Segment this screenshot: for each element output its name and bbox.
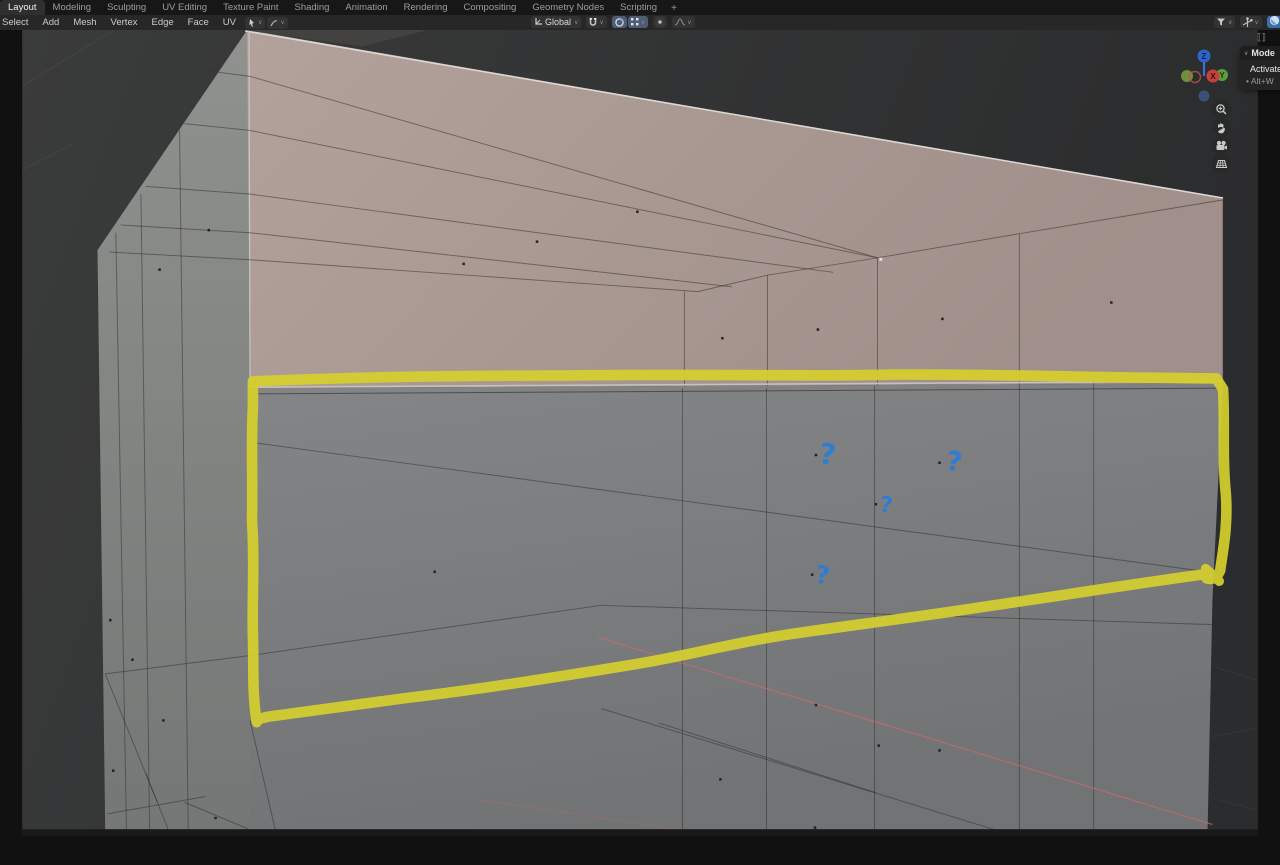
- visibility-filter-dropdown[interactable]: ∨: [1214, 16, 1236, 28]
- gizmo-x-label: X: [1210, 72, 1216, 81]
- tab-scripting[interactable]: Scripting: [612, 0, 665, 15]
- shading-sphere-icon: [1269, 13, 1280, 31]
- blender-window: { "topbar": { "tabs": [ {"label": "Layou…: [0, 0, 1280, 865]
- snap-toggle-dropdown[interactable]: ∨: [586, 16, 607, 28]
- proportional-dot-icon: [655, 17, 665, 27]
- tab-sculpting[interactable]: Sculpting: [99, 0, 154, 15]
- snap-grid-dots-icon: [630, 17, 640, 27]
- snap-swirl-icon: [614, 17, 625, 28]
- menu-face[interactable]: Face: [181, 17, 216, 28]
- menu-select[interactable]: Select: [0, 17, 35, 28]
- tab-compositing[interactable]: Compositing: [456, 0, 525, 15]
- mode-popover-body: Activate • Alt+W: [1240, 60, 1280, 90]
- magnifier-plus-icon: [1215, 104, 1227, 115]
- tab-rendering[interactable]: Rendering: [396, 0, 456, 15]
- transform-orientation-dropdown[interactable]: Global ∨: [531, 16, 582, 28]
- mode-popover-header[interactable]: ∨ Mode: [1240, 46, 1280, 60]
- cursor-tool-icon: [247, 18, 257, 28]
- tab-geometry-nodes[interactable]: Geometry Nodes: [524, 0, 612, 15]
- chevron-down-icon: ∨: [258, 20, 263, 26]
- chevron-down-icon: ∨: [1244, 50, 1249, 57]
- mode-popover: ∨ Mode Activate • Alt+W: [1240, 46, 1280, 90]
- transform-snap-cluster: Global ∨ ∨ ∨ ∨: [531, 16, 697, 28]
- orientation-label: Global: [545, 17, 572, 27]
- pan-button[interactable]: [1211, 118, 1231, 137]
- chevron-down-icon: ∨: [1254, 19, 1259, 26]
- tab-animation[interactable]: Animation: [337, 0, 395, 15]
- menu-mesh[interactable]: Mesh: [66, 17, 103, 28]
- viewport-overlay-icon[interactable]: ⟦⟧: [1257, 32, 1266, 43]
- chevron-down-icon: ∨: [280, 20, 285, 26]
- snap-target-dropdown[interactable]: ∨: [627, 16, 649, 28]
- viewport-canvas[interactable]: ? ? ? ?: [0, 30, 1280, 865]
- camera-icon: [1216, 140, 1227, 150]
- tweak-tool-icon: [269, 18, 279, 28]
- camera-view-button[interactable]: [1211, 136, 1231, 155]
- snap-active-toggle[interactable]: [611, 16, 627, 28]
- mode-item-shortcut: • Alt+W: [1246, 76, 1274, 86]
- viewport-display-cluster: ∨ ∨: [1214, 13, 1280, 31]
- selected-vertex-dot: [879, 257, 883, 261]
- filter-funnel-icon: [1216, 17, 1227, 27]
- add-workspace-button[interactable]: +: [665, 2, 683, 15]
- menu-edge[interactable]: Edge: [144, 17, 180, 28]
- tool-mode-dropdown[interactable]: ∨: [245, 16, 266, 29]
- tab-texture-paint[interactable]: Texture Paint: [215, 0, 286, 15]
- orientation-axes-icon: [533, 17, 543, 27]
- menu-uv[interactable]: UV: [216, 17, 243, 28]
- falloff-curve-icon: [674, 17, 686, 27]
- zoom-button[interactable]: [1211, 100, 1231, 119]
- chevron-down-icon: ∨: [640, 19, 646, 26]
- chevron-down-icon: ∨: [574, 19, 579, 26]
- workspace-tab-bar: Layout Modeling Sculpting UV Editing Tex…: [0, 0, 1280, 15]
- tab-layout[interactable]: Layout: [0, 0, 45, 15]
- chevron-down-icon: ∨: [1228, 19, 1233, 26]
- chevron-down-icon: ∨: [599, 19, 604, 26]
- mode-popover-title: Mode: [1251, 48, 1275, 58]
- menu-vertex[interactable]: Vertex: [104, 17, 145, 28]
- tab-shading[interactable]: Shading: [287, 0, 338, 15]
- mesh-front-wall: [250, 383, 1224, 830]
- tab-uv-editing[interactable]: UV Editing: [154, 0, 215, 15]
- viewport-header: Select Add Mesh Vertex Edge Face UV ∨ ∨ …: [0, 15, 1280, 30]
- mode-item-activate[interactable]: Activate: [1240, 63, 1280, 75]
- viewport-shading-sphere-button[interactable]: [1266, 13, 1280, 31]
- gizmo-z-label: Z: [1202, 52, 1207, 61]
- viewport-nav-buttons: [1208, 100, 1234, 173]
- perspective-toggle-button[interactable]: [1211, 154, 1231, 173]
- navigation-gizmo[interactable]: Z Y X: [1176, 42, 1236, 108]
- gizmo-y-label: Y: [1219, 71, 1225, 80]
- chevron-down-icon: ∨: [687, 19, 692, 26]
- proportional-falloff-dropdown[interactable]: ∨: [672, 16, 695, 28]
- magnet-icon: [588, 17, 598, 28]
- menu-add[interactable]: Add: [35, 17, 66, 28]
- proportional-editing-toggle[interactable]: [653, 16, 668, 28]
- ortho-grid-icon: [1215, 159, 1227, 168]
- gizmo-arrows-icon: [1242, 16, 1254, 28]
- tab-modeling[interactable]: Modeling: [45, 0, 100, 15]
- hand-icon: [1218, 122, 1225, 133]
- gizmos-toggle-dropdown[interactable]: ∨: [1240, 16, 1262, 28]
- tweak-mode-dropdown[interactable]: ∨: [267, 16, 288, 29]
- viewport-render: ? ? ? ?: [21, 30, 1258, 837]
- viewport-bottom-strip: [22, 829, 1258, 837]
